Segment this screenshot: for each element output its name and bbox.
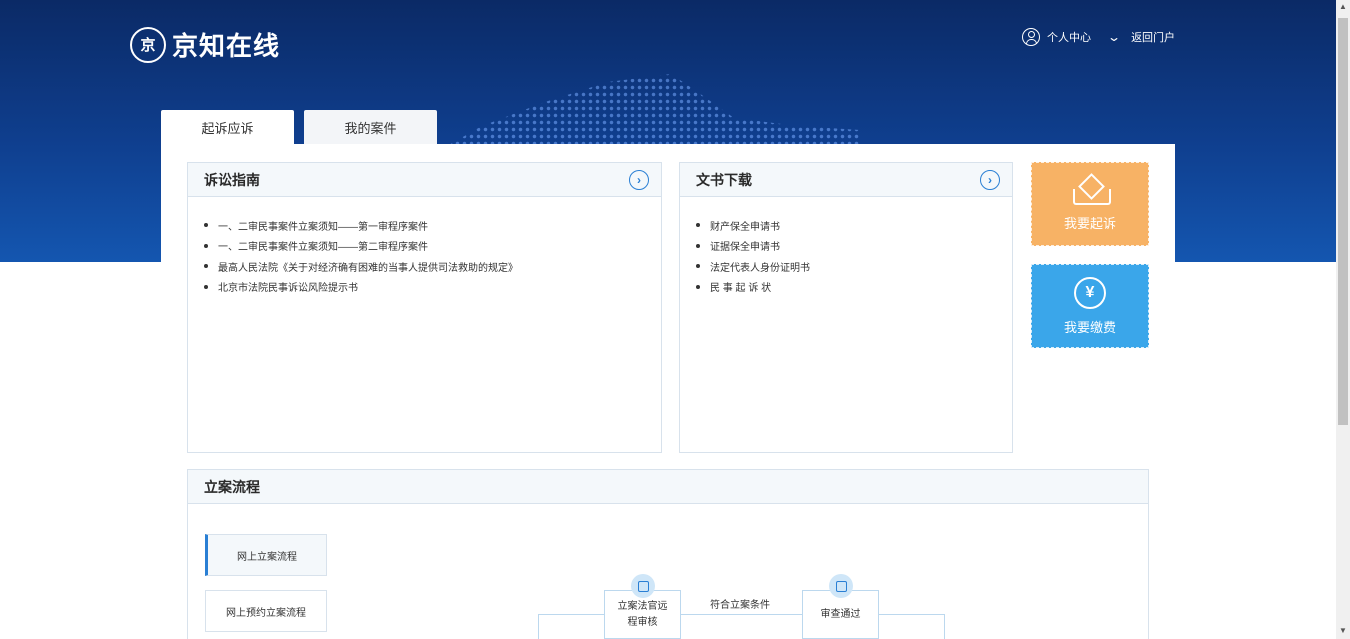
check-icon: [829, 574, 853, 598]
tab-my-cases[interactable]: 我的案件: [304, 110, 437, 144]
tab-sue-respond[interactable]: 起诉应诉: [161, 110, 294, 144]
list-item[interactable]: 北京市法院民事诉讼风险提示书: [204, 277, 661, 298]
page-scrollbar[interactable]: ▲ ▼: [1336, 0, 1350, 639]
list-item[interactable]: 证据保全申请书: [696, 236, 1012, 257]
filing-process-header: 立案流程: [188, 470, 1148, 504]
envelope-pen-icon: [1071, 177, 1111, 205]
litigation-guide-title: 诉讼指南: [204, 171, 260, 188]
main-tabs: 起诉应诉 我的案件: [161, 110, 437, 144]
sue-button-label: 我要起诉: [1063, 215, 1116, 231]
logo-text: 京知在线: [172, 31, 281, 61]
litigation-guide-box: 诉讼指南 › 一、二审民事案件立案须知——第一审程序案件 一、二审民事案件立案须…: [187, 162, 662, 453]
logo-mark-icon: 京: [130, 26, 166, 63]
decorative-dot-map: [440, 74, 860, 150]
return-portal-link[interactable]: 返回门户: [1131, 29, 1175, 45]
flow-node-label: 审查通过: [820, 608, 861, 620]
flow-connector: [538, 614, 604, 615]
document-download-list: 财产保全申请书 证据保全申请书 法定代表人身份证明书 民 事 起 诉 状: [680, 197, 1012, 297]
litigation-guide-header: 诉讼指南 ›: [188, 163, 661, 197]
flow-connector: [538, 614, 539, 639]
online-filing-process-button[interactable]: 网上立案流程: [205, 534, 327, 576]
flow-node-label: 立案法官远程审核: [617, 600, 668, 628]
sue-button[interactable]: 我要起诉: [1031, 162, 1149, 246]
review-icon: [631, 574, 655, 598]
chevron-down-icon[interactable]: ⌄: [1107, 30, 1121, 44]
flow-connector: [681, 614, 802, 615]
litigation-guide-list: 一、二审民事案件立案须知——第一审程序案件 一、二审民事案件立案须知——第二审程…: [188, 197, 661, 297]
list-item[interactable]: 最高人民法院《关于对经济确有困难的当事人提供司法救助的规定》: [204, 256, 661, 277]
pay-button[interactable]: ¥ 我要缴费: [1031, 264, 1149, 348]
site-logo[interactable]: 京 京知在线: [130, 26, 280, 63]
list-item[interactable]: 财产保全申请书: [696, 215, 1012, 236]
flow-condition-label: 符合立案条件: [710, 600, 770, 611]
document-download-title: 文书下载: [696, 171, 752, 188]
more-arrow-icon[interactable]: ›: [629, 169, 649, 190]
scroll-down-icon[interactable]: ▼: [1339, 626, 1347, 635]
scroll-thumb[interactable]: [1338, 18, 1348, 425]
user-icon: [1022, 28, 1040, 46]
filing-process-title: 立案流程: [204, 478, 260, 495]
flow-connector: [944, 614, 945, 639]
list-item[interactable]: 一、二审民事案件立案须知——第二审程序案件: [204, 236, 661, 257]
scroll-up-icon[interactable]: ▲: [1339, 2, 1347, 11]
list-item[interactable]: 民 事 起 诉 状: [696, 277, 1012, 298]
online-appointment-filing-button[interactable]: 网上预约立案流程: [205, 590, 327, 632]
top-links: 个人中心 ⌄ 返回门户: [1022, 28, 1175, 46]
pay-button-label: 我要缴费: [1063, 319, 1116, 335]
personal-center-link[interactable]: 个人中心: [1047, 29, 1091, 45]
list-item[interactable]: 法定代表人身份证明书: [696, 256, 1012, 277]
list-item[interactable]: 一、二审民事案件立案须知——第一审程序案件: [204, 215, 661, 236]
flow-connector: [879, 614, 944, 615]
document-download-box: 文书下载 › 财产保全申请书 证据保全申请书 法定代表人身份证明书 民 事 起 …: [679, 162, 1013, 453]
yen-coin-icon: ¥: [1074, 276, 1106, 309]
document-download-header: 文书下载 ›: [680, 163, 1012, 197]
more-arrow-icon[interactable]: ›: [980, 169, 1000, 190]
